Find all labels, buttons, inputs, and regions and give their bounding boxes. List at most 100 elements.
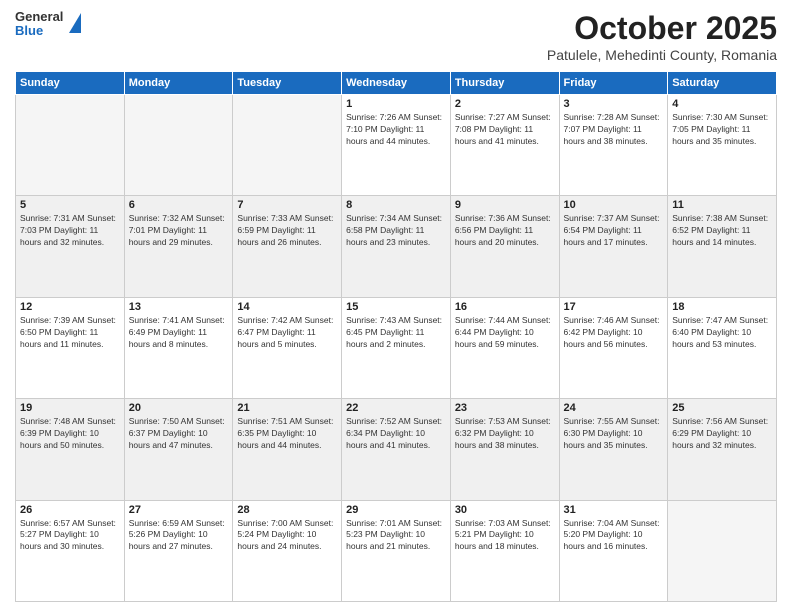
- table-row: 20Sunrise: 7:50 AM Sunset: 6:37 PM Dayli…: [124, 399, 233, 500]
- day-info: Sunrise: 7:44 AM Sunset: 6:44 PM Dayligh…: [455, 315, 555, 351]
- day-info: Sunrise: 7:30 AM Sunset: 7:05 PM Dayligh…: [672, 112, 772, 148]
- day-info: Sunrise: 7:31 AM Sunset: 7:03 PM Dayligh…: [20, 213, 120, 249]
- day-number: 28: [237, 504, 337, 516]
- day-number: 13: [129, 301, 229, 313]
- col-monday: Monday: [124, 72, 233, 95]
- day-number: 21: [237, 402, 337, 414]
- table-row: 19 Sunrise: 7:48 AM Sunset: 6:39 PM Dayli…: [16, 399, 125, 500]
- header: General Blue October 2025 Patulele, Mehe…: [15, 10, 777, 63]
- day-number: 29: [346, 504, 446, 516]
- table-row: 23 Sunrise: 7:53 AM Sunset: 6:32 PM Dayli…: [450, 399, 559, 500]
- logo-general: General: [15, 10, 63, 24]
- day-info: Sunrise: 7:48 AM Sunset: 6:39 PM Dayligh…: [20, 416, 120, 452]
- table-row: 3 Sunrise: 7:28 AM Sunset: 7:07 PM Daylig…: [559, 95, 668, 196]
- logo: General Blue: [15, 10, 81, 39]
- logo-triangle-icon: [69, 13, 81, 33]
- table-row: 15 Sunrise: 7:43 AM Sunset: 6:45 PM Dayli…: [342, 297, 451, 398]
- table-row: 8 Sunrise: 7:34 AM Sunset: 6:58 PM Daylig…: [342, 196, 451, 297]
- day-number: 30: [455, 504, 555, 516]
- calendar-week-row: 5 Sunrise: 7:31 AM Sunset: 7:03 PM Daylig…: [16, 196, 777, 297]
- table-row: 26 Sunrise: 6:57 AM Sunset: 5:27 PM Dayli…: [16, 500, 125, 601]
- day-number: 17: [564, 301, 664, 313]
- table-row: 13 Sunrise: 7:41 AM Sunset: 6:49 PM Dayli…: [124, 297, 233, 398]
- day-info: Sunrise: 7:50 AM Sunset: 6:37 PM Dayligh…: [129, 416, 229, 452]
- day-number: 14: [237, 301, 337, 313]
- day-info: Sunrise: 7:38 AM Sunset: 6:52 PM Dayligh…: [672, 213, 772, 249]
- title-section: October 2025 Patulele, Mehedinti County,…: [547, 10, 777, 63]
- table-row: 1 Sunrise: 7:26 AM Sunset: 7:10 PM Daylig…: [342, 95, 451, 196]
- day-info: Sunrise: 7:51 AM Sunset: 6:35 PM Dayligh…: [237, 416, 337, 452]
- day-info: Sunrise: 7:04 AM Sunset: 5:20 PM Dayligh…: [564, 518, 664, 554]
- calendar-week-row: 12Sunrise: 7:39 AM Sunset: 6:50 PM Dayli…: [16, 297, 777, 398]
- day-number: 3: [564, 98, 664, 110]
- day-number: 25: [672, 402, 772, 414]
- page: General Blue October 2025 Patulele, Mehe…: [0, 0, 792, 612]
- table-row: 14 Sunrise: 7:42 AM Sunset: 6:47 PM Dayli…: [233, 297, 342, 398]
- day-number: 1: [346, 98, 446, 110]
- calendar-week-row: 26 Sunrise: 6:57 AM Sunset: 5:27 PM Dayli…: [16, 500, 777, 601]
- day-number: 2: [455, 98, 555, 110]
- day-info: Sunrise: 7:34 AM Sunset: 6:58 PM Dayligh…: [346, 213, 446, 249]
- col-saturday: Saturday: [668, 72, 777, 95]
- table-row: 18Sunrise: 7:47 AM Sunset: 6:40 PM Dayli…: [668, 297, 777, 398]
- table-row: 31 Sunrise: 7:04 AM Sunset: 5:20 PM Dayli…: [559, 500, 668, 601]
- month-title: October 2025: [547, 10, 777, 47]
- day-info: Sunrise: 7:52 AM Sunset: 6:34 PM Dayligh…: [346, 416, 446, 452]
- day-info: Sunrise: 7:43 AM Sunset: 6:45 PM Dayligh…: [346, 315, 446, 351]
- col-wednesday: Wednesday: [342, 72, 451, 95]
- col-friday: Friday: [559, 72, 668, 95]
- table-row: 9Sunrise: 7:36 AM Sunset: 6:56 PM Daylig…: [450, 196, 559, 297]
- day-number: 27: [129, 504, 229, 516]
- day-info: Sunrise: 7:01 AM Sunset: 5:23 PM Dayligh…: [346, 518, 446, 554]
- day-number: 11: [672, 199, 772, 211]
- day-number: 10: [564, 199, 664, 211]
- day-info: Sunrise: 7:42 AM Sunset: 6:47 PM Dayligh…: [237, 315, 337, 351]
- table-row: [668, 500, 777, 601]
- table-row: 7 Sunrise: 7:33 AM Sunset: 6:59 PM Daylig…: [233, 196, 342, 297]
- day-info: Sunrise: 7:28 AM Sunset: 7:07 PM Dayligh…: [564, 112, 664, 148]
- day-info: Sunrise: 7:33 AM Sunset: 6:59 PM Dayligh…: [237, 213, 337, 249]
- day-info: Sunrise: 7:32 AM Sunset: 7:01 PM Dayligh…: [129, 213, 229, 249]
- day-number: 7: [237, 199, 337, 211]
- table-row: 11 Sunrise: 7:38 AM Sunset: 6:52 PM Dayli…: [668, 196, 777, 297]
- table-row: 12Sunrise: 7:39 AM Sunset: 6:50 PM Dayli…: [16, 297, 125, 398]
- day-info: Sunrise: 7:55 AM Sunset: 6:30 PM Dayligh…: [564, 416, 664, 452]
- day-number: 26: [20, 504, 120, 516]
- day-number: 4: [672, 98, 772, 110]
- day-number: 9: [455, 199, 555, 211]
- table-row: 29 Sunrise: 7:01 AM Sunset: 5:23 PM Dayli…: [342, 500, 451, 601]
- day-number: 15: [346, 301, 446, 313]
- logo-blue: Blue: [15, 24, 63, 38]
- table-row: 24 Sunrise: 7:55 AM Sunset: 6:30 PM Dayli…: [559, 399, 668, 500]
- day-info: Sunrise: 7:27 AM Sunset: 7:08 PM Dayligh…: [455, 112, 555, 148]
- table-row: 28Sunrise: 7:00 AM Sunset: 5:24 PM Dayli…: [233, 500, 342, 601]
- day-number: 31: [564, 504, 664, 516]
- day-info: Sunrise: 7:56 AM Sunset: 6:29 PM Dayligh…: [672, 416, 772, 452]
- day-number: 12: [20, 301, 120, 313]
- day-number: 24: [564, 402, 664, 414]
- table-row: 27Sunrise: 6:59 AM Sunset: 5:26 PM Dayli…: [124, 500, 233, 601]
- table-row: 17Sunrise: 7:46 AM Sunset: 6:42 PM Dayli…: [559, 297, 668, 398]
- table-row: 25 Sunrise: 7:56 AM Sunset: 6:29 PM Dayli…: [668, 399, 777, 500]
- day-number: 19: [20, 402, 120, 414]
- day-info: Sunrise: 7:37 AM Sunset: 6:54 PM Dayligh…: [564, 213, 664, 249]
- day-number: 8: [346, 199, 446, 211]
- day-number: 23: [455, 402, 555, 414]
- table-row: 2 Sunrise: 7:27 AM Sunset: 7:08 PM Daylig…: [450, 95, 559, 196]
- table-row: [233, 95, 342, 196]
- day-number: 5: [20, 199, 120, 211]
- day-info: Sunrise: 7:41 AM Sunset: 6:49 PM Dayligh…: [129, 315, 229, 351]
- calendar-week-row: 19 Sunrise: 7:48 AM Sunset: 6:39 PM Dayli…: [16, 399, 777, 500]
- col-sunday: Sunday: [16, 72, 125, 95]
- day-number: 22: [346, 402, 446, 414]
- calendar-week-row: 1 Sunrise: 7:26 AM Sunset: 7:10 PM Daylig…: [16, 95, 777, 196]
- table-row: 16Sunrise: 7:44 AM Sunset: 6:44 PM Dayli…: [450, 297, 559, 398]
- table-row: 5 Sunrise: 7:31 AM Sunset: 7:03 PM Daylig…: [16, 196, 125, 297]
- day-info: Sunrise: 7:03 AM Sunset: 5:21 PM Dayligh…: [455, 518, 555, 554]
- col-tuesday: Tuesday: [233, 72, 342, 95]
- day-info: Sunrise: 7:53 AM Sunset: 6:32 PM Dayligh…: [455, 416, 555, 452]
- table-row: [16, 95, 125, 196]
- day-info: Sunrise: 6:57 AM Sunset: 5:27 PM Dayligh…: [20, 518, 120, 554]
- day-info: Sunrise: 7:26 AM Sunset: 7:10 PM Dayligh…: [346, 112, 446, 148]
- table-row: [124, 95, 233, 196]
